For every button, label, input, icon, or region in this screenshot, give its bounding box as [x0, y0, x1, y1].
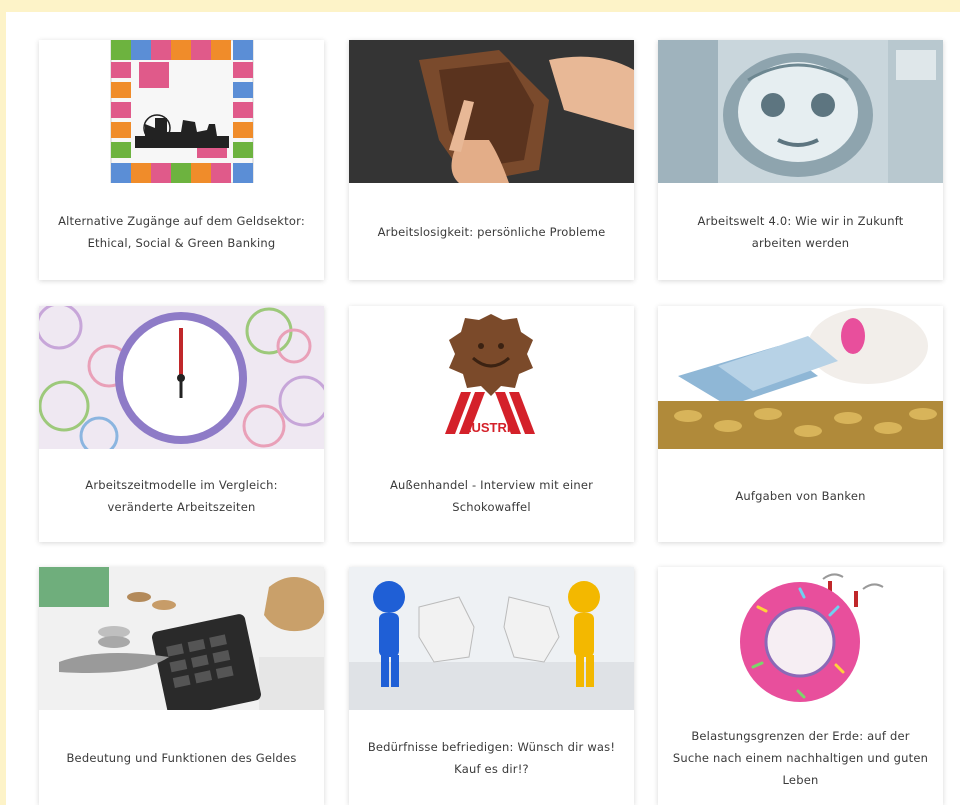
card-title[interactable]: Alternative Zugänge auf dem Geldsektor: … — [53, 190, 310, 274]
card-title[interactable]: Arbeitswelt 4.0: Wie wir in Zukunft arbe… — [672, 190, 929, 274]
card-thumbnail[interactable] — [349, 40, 634, 183]
card-thumbnail[interactable] — [39, 567, 324, 710]
lesson-card[interactable]: Bedeutung und Funktionen des Geldes — [39, 567, 324, 805]
lesson-card[interactable]: Arbeitswelt 4.0: Wie wir in Zukunft arbe… — [658, 40, 943, 280]
austria-badge-text: AUSTRIA — [462, 420, 520, 435]
card-title[interactable]: Bedürfnisse befriedigen: Wünsch dir was!… — [363, 717, 620, 799]
card-thumbnail[interactable] — [39, 40, 324, 183]
card-title[interactable]: Bedeutung und Funktionen des Geldes — [53, 717, 310, 799]
lesson-card[interactable]: Arbeitszeitmodelle im Vergleich: verände… — [39, 306, 324, 542]
card-thumbnail[interactable] — [658, 40, 943, 183]
card-thumbnail[interactable]: AUSTRIA — [349, 306, 634, 449]
card-thumbnail[interactable] — [658, 567, 943, 710]
lesson-card[interactable]: Alternative Zugänge auf dem Geldsektor: … — [39, 40, 324, 280]
card-thumbnail[interactable] — [349, 567, 634, 710]
lesson-card[interactable]: Bedürfnisse befriedigen: Wünsch dir was!… — [349, 567, 634, 805]
content-frame: Alternative Zugänge auf dem Geldsektor: … — [6, 12, 960, 805]
lesson-card[interactable]: AUSTRIA Außenhandel - Interview mit eine… — [349, 306, 634, 542]
lesson-card[interactable]: Aufgaben von Banken — [658, 306, 943, 542]
card-title[interactable]: Aufgaben von Banken — [672, 456, 929, 536]
card-title[interactable]: Arbeitslosigkeit: persönliche Probleme — [363, 190, 620, 274]
card-title[interactable]: Belastungsgrenzen der Erde: auf der Such… — [672, 717, 929, 799]
card-thumbnail[interactable] — [658, 306, 943, 449]
card-thumbnail[interactable] — [39, 306, 324, 449]
lesson-card[interactable]: Arbeitslosigkeit: persönliche Probleme — [349, 40, 634, 280]
lesson-card[interactable]: Belastungsgrenzen der Erde: auf der Such… — [658, 567, 943, 805]
card-title[interactable]: Außenhandel - Interview mit einer Schoko… — [363, 456, 620, 536]
card-title[interactable]: Arbeitszeitmodelle im Vergleich: verände… — [53, 456, 310, 536]
